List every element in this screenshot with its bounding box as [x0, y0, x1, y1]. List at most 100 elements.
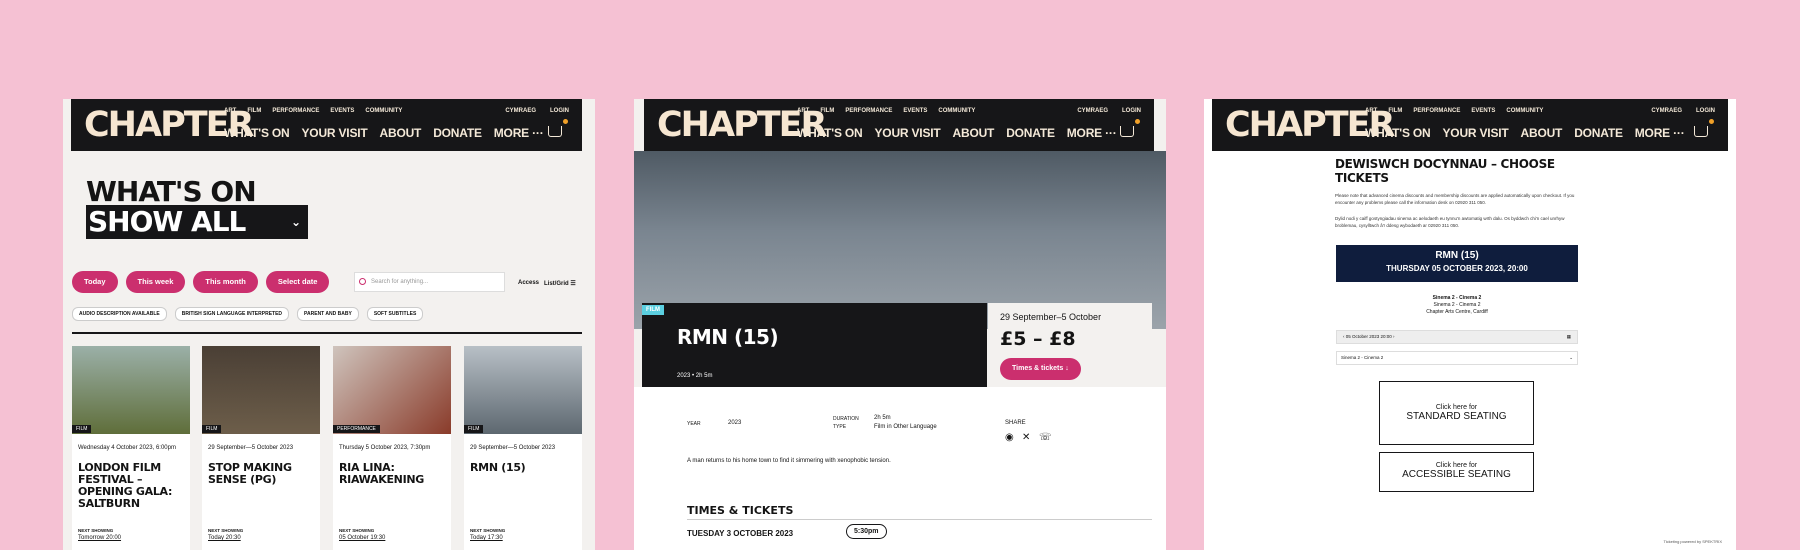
- next-showing-label: NEXT SHOWING: [470, 528, 506, 533]
- event-date: 29 September—5 October 2023: [470, 445, 556, 451]
- nav-whats-on[interactable]: WHAT'S ON: [797, 126, 863, 140]
- next-showing-link[interactable]: Today 20:30: [208, 535, 241, 541]
- nav-your-visit[interactable]: YOUR VISIT: [302, 126, 368, 140]
- performance-banner: RMN (15) THURSDAY 05 OCTOBER 2023, 20:00: [1336, 245, 1578, 282]
- accessible-seating-small: Click here for: [1435, 462, 1478, 469]
- nav-more[interactable]: MORE ···: [1635, 126, 1685, 140]
- tag-soft-subtitles[interactable]: SOFT SUBTITLES: [366, 307, 424, 321]
- tag-parent-baby[interactable]: PARENT AND BABY: [297, 307, 359, 321]
- type-value: Film in Other Language: [874, 424, 937, 430]
- basket-icon[interactable]: [1694, 119, 1714, 137]
- access-tags: AUDIO DESCRIPTION AVAILABLE BRITISH SIGN…: [72, 307, 424, 321]
- calendar-icon[interactable]: ▦: [1567, 331, 1571, 343]
- nav-community[interactable]: COMMUNITY: [365, 108, 402, 114]
- language-link[interactable]: CYMRAEG: [505, 108, 536, 114]
- event-date: Wednesday 4 October 2023, 6:00pm: [78, 445, 176, 451]
- language-link[interactable]: CYMRAEG: [1077, 108, 1108, 114]
- access-toggle[interactable]: Access: [518, 280, 539, 286]
- nav-about[interactable]: ABOUT: [953, 126, 995, 140]
- nav-performance[interactable]: PERFORMANCE: [845, 108, 892, 114]
- nav-film[interactable]: FILM: [1388, 108, 1402, 114]
- event-image: [464, 346, 582, 434]
- event-card[interactable]: FILM 29 September—5 October 2023 RMN (15…: [464, 346, 582, 550]
- times-tickets-button[interactable]: Times & tickets ↓: [1000, 358, 1081, 380]
- language-link[interactable]: CYMRAEG: [1651, 108, 1682, 114]
- chevron-down-icon: ⌄: [290, 215, 301, 229]
- tag-audio-description[interactable]: AUDIO DESCRIPTION AVAILABLE: [72, 307, 167, 321]
- nav-art[interactable]: ART: [1365, 108, 1377, 114]
- view-toggle-label: List/Grid: [544, 281, 569, 287]
- x-icon[interactable]: ✕: [1022, 432, 1030, 443]
- nav-film[interactable]: FILM: [247, 108, 261, 114]
- next-showing-link[interactable]: 05 October 19:30: [339, 535, 385, 541]
- nav-performance[interactable]: PERFORMANCE: [272, 108, 319, 114]
- venue-name: Chapter Arts Centre, Cardiff: [1426, 309, 1488, 315]
- login-link[interactable]: LOGIN: [1696, 108, 1715, 114]
- nav-art[interactable]: ART: [224, 108, 236, 114]
- year-label: YEAR: [687, 421, 701, 427]
- share-label: SHARE: [1005, 420, 1026, 426]
- synopsis: A man returns to his home town to find i…: [687, 458, 891, 464]
- filter-this-month[interactable]: This month: [193, 271, 258, 293]
- nav-community[interactable]: COMMUNITY: [1506, 108, 1543, 114]
- screen-select[interactable]: Sinema 2 - Cinema 2 ⌄: [1336, 351, 1578, 365]
- event-card[interactable]: FILM 29 September—5 October 2023 STOP MA…: [202, 346, 320, 550]
- nav-events[interactable]: EVENTS: [330, 108, 354, 114]
- filter-this-week[interactable]: This week: [125, 271, 186, 293]
- nav-whats-on[interactable]: WHAT'S ON: [224, 126, 290, 140]
- whatsapp-icon[interactable]: ☏: [1039, 432, 1052, 443]
- view-toggle[interactable]: List/Grid ☰: [544, 280, 576, 287]
- standard-seating-button[interactable]: Click here for STANDARD SEATING: [1379, 381, 1534, 445]
- tag-bsl[interactable]: BRITISH SIGN LANGUAGE INTERPRETED: [174, 307, 290, 321]
- event-card[interactable]: PERFORMANCE Thursday 5 October 2023, 7:3…: [333, 346, 451, 550]
- nav-more[interactable]: MORE ···: [1067, 126, 1117, 140]
- event-category: PERFORMANCE: [333, 425, 380, 433]
- nav-about[interactable]: ABOUT: [380, 126, 422, 140]
- film-meta: 2023 • 2h 5m: [677, 373, 713, 379]
- nav-about[interactable]: ABOUT: [1521, 126, 1563, 140]
- nav-community[interactable]: COMMUNITY: [938, 108, 975, 114]
- top-right-links: CYMRAEG LOGIN: [505, 108, 569, 114]
- event-card[interactable]: FILM Wednesday 4 October 2023, 6:00pm LO…: [72, 346, 190, 550]
- nav-film[interactable]: FILM: [820, 108, 834, 114]
- event-date: Thursday 5 October 2023, 7:30pm: [339, 445, 431, 451]
- search-placeholder: Search for anything...: [371, 279, 429, 285]
- filter-today[interactable]: Today: [72, 271, 118, 293]
- facebook-icon[interactable]: ◉: [1005, 432, 1014, 443]
- basket-icon[interactable]: [1120, 119, 1140, 137]
- filter-select-date[interactable]: Select date: [265, 271, 330, 293]
- search-input[interactable]: Search for anything...: [354, 272, 505, 292]
- page-title: WHAT'S ON: [86, 175, 257, 208]
- next-showing-label: NEXT SHOWING: [339, 528, 375, 533]
- nav-performance[interactable]: PERFORMANCE: [1413, 108, 1460, 114]
- date-selector[interactable]: ‹ 05 October 2023 20:00 › ▦: [1336, 330, 1578, 344]
- nav-art[interactable]: ART: [797, 108, 809, 114]
- nav-events[interactable]: EVENTS: [1471, 108, 1495, 114]
- whats-on-screenshot: CHAPTER ART FILM PERFORMANCE EVENTS COMM…: [63, 99, 595, 550]
- accessible-seating-button[interactable]: Click here for ACCESSIBLE SEATING: [1379, 452, 1534, 492]
- category-select[interactable]: SHOW ALL ⌄: [86, 205, 308, 239]
- nav-your-visit[interactable]: YOUR VISIT: [1443, 126, 1509, 140]
- nav-more[interactable]: MORE ···: [494, 126, 544, 140]
- nav-your-visit[interactable]: YOUR VISIT: [875, 126, 941, 140]
- performance-date: THURSDAY 05 OCTOBER 2023, 20:00: [1386, 264, 1528, 273]
- run-dates: 29 September–5 October: [1000, 312, 1102, 322]
- next-showing-link[interactable]: Today 17:30: [470, 535, 503, 541]
- event-title: RIA LINA: RIAWAKENING: [339, 461, 425, 486]
- nav-donate[interactable]: DONATE: [1006, 126, 1055, 140]
- showing-time-button[interactable]: 5:30pm: [846, 524, 887, 539]
- event-title: LONDON FILM FESTIVAL – OPENING GALA: SAL…: [78, 461, 173, 510]
- category-select-value: SHOW ALL: [88, 205, 246, 238]
- login-link[interactable]: LOGIN: [550, 108, 569, 114]
- film-title: RMN (15): [677, 325, 779, 349]
- powered-by: Ticketing powered by SPEKTRIX: [1663, 539, 1722, 544]
- nav-events[interactable]: EVENTS: [903, 108, 927, 114]
- login-link[interactable]: LOGIN: [1122, 108, 1141, 114]
- nav-donate[interactable]: DONATE: [433, 126, 482, 140]
- basket-icon[interactable]: [548, 119, 568, 137]
- next-showing-link[interactable]: Tomorrow 20:00: [78, 535, 121, 541]
- top-right-links: CYMRAEG LOGIN: [1651, 108, 1715, 114]
- nav-whats-on[interactable]: WHAT'S ON: [1365, 126, 1431, 140]
- nav-donate[interactable]: DONATE: [1574, 126, 1623, 140]
- info-paragraph-en: Please note that advanced cinema discoun…: [1335, 193, 1575, 205]
